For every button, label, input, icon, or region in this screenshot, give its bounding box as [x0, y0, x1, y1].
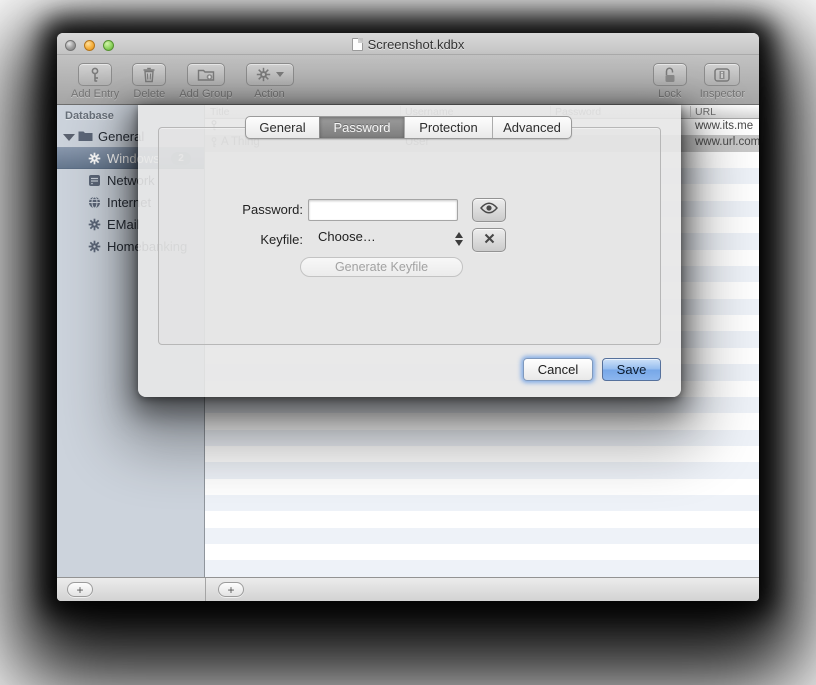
database-settings-sheet: General Password Protection Advanced Pas… — [138, 105, 681, 397]
inspector-button[interactable]: Inspector — [700, 63, 745, 100]
settings-tabs: General Password Protection Advanced — [245, 116, 572, 139]
key-icon — [88, 67, 102, 83]
network-icon — [87, 173, 102, 188]
info-icon — [714, 68, 730, 82]
app-window: Screenshot.kdbx Add Entry Delete A — [57, 33, 759, 601]
gear-icon — [256, 67, 271, 82]
column-header-url[interactable]: URL — [695, 106, 716, 118]
table-row[interactable] — [205, 495, 759, 511]
entry-cell: www.its.me — [695, 120, 753, 132]
lock-button[interactable]: Lock — [653, 63, 687, 100]
globe-icon — [87, 195, 102, 210]
close-x-icon — [484, 231, 495, 249]
window-title: Screenshot.kdbx — [368, 37, 465, 52]
table-row[interactable] — [205, 544, 759, 560]
clear-keyfile-button[interactable] — [472, 228, 506, 252]
action-button[interactable]: Action — [246, 63, 294, 100]
tab-general[interactable]: General — [246, 117, 319, 138]
table-row[interactable] — [205, 397, 759, 413]
generate-keyfile-button: Generate Keyfile — [300, 257, 463, 277]
gear-icon — [87, 239, 102, 254]
add-entry-button[interactable]: Add Entry — [71, 63, 119, 100]
disclosure-triangle-icon[interactable] — [63, 134, 75, 141]
delete-button[interactable]: Delete — [132, 63, 166, 100]
table-row[interactable] — [205, 413, 759, 429]
table-row[interactable] — [205, 479, 759, 495]
show-password-button[interactable] — [472, 198, 506, 222]
gear-icon — [87, 217, 102, 232]
title-bar[interactable]: Screenshot.kdbx — [57, 33, 759, 55]
chevron-down-icon — [276, 72, 284, 77]
folder-icon — [78, 129, 93, 144]
bottom-bar: + + — [57, 577, 759, 601]
table-row[interactable] — [205, 462, 759, 478]
folder-plus-icon — [197, 67, 215, 82]
table-row[interactable] — [205, 528, 759, 544]
unlocked-padlock-icon — [663, 67, 677, 83]
document-icon — [352, 38, 363, 51]
tab-protection[interactable]: Protection — [404, 117, 492, 138]
eye-icon — [480, 201, 498, 219]
password-label: Password: — [138, 202, 303, 217]
table-row[interactable] — [205, 560, 759, 576]
save-button[interactable]: Save — [602, 358, 661, 381]
toolbar: Add Entry Delete Add Group Action — [57, 55, 759, 105]
table-row[interactable] — [205, 430, 759, 446]
sidebar-item-label: EMail — [107, 217, 140, 232]
add-group-plus-button[interactable]: + — [67, 582, 93, 597]
trash-icon — [142, 67, 156, 83]
cancel-button[interactable]: Cancel — [523, 358, 593, 381]
keyfile-popup[interactable]: Choose… — [318, 229, 376, 244]
keyfile-label: Keyfile: — [138, 232, 303, 247]
tab-password[interactable]: Password — [319, 117, 404, 138]
gear-icon — [87, 151, 102, 166]
add-entry-plus-button[interactable]: + — [218, 582, 244, 597]
tab-advanced[interactable]: Advanced — [492, 117, 571, 138]
password-input[interactable] — [308, 199, 458, 221]
table-row[interactable] — [205, 446, 759, 462]
popup-stepper-icon[interactable] — [455, 232, 463, 246]
entry-cell: www.url.com — [695, 136, 759, 148]
add-group-button[interactable]: Add Group — [179, 63, 232, 100]
table-row[interactable] — [205, 511, 759, 527]
